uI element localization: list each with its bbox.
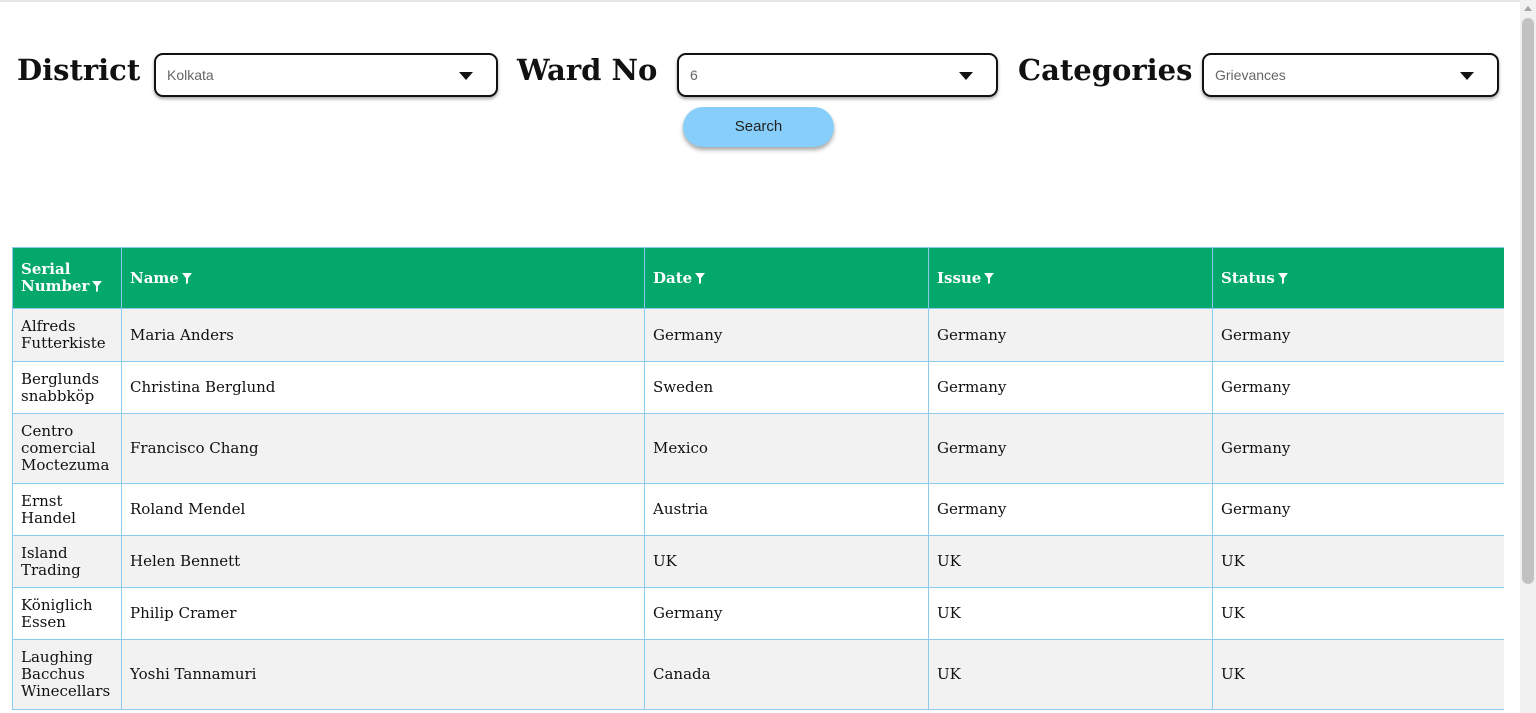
- issue-cell: UK: [928, 535, 1213, 588]
- serial-cell-line: comercial: [21, 439, 96, 457]
- status-cell: UK: [1212, 535, 1504, 588]
- serial-cell-line: Essen: [21, 612, 66, 631]
- serial-cell-line: Handel: [21, 508, 76, 527]
- funnel-icon[interactable]: [984, 271, 995, 284]
- funnel-icon[interactable]: [695, 271, 706, 284]
- grievance-table-container: Serial Number Name Date Issue Status Alf…: [12, 247, 1504, 713]
- serial-cell-line: Trading: [21, 560, 81, 579]
- name-cell: Francisco Chang: [121, 413, 645, 484]
- serial-cell: Island Trading: [12, 535, 122, 588]
- date-cell: Sweden: [644, 361, 929, 414]
- status-cell: Germany: [1212, 308, 1504, 362]
- date-header-label: Date: [653, 268, 693, 287]
- categories-select[interactable]: Grievances: [1202, 53, 1499, 97]
- table-row[interactable]: Berglunds snabbköp Christina Berglund Swede…: [12, 361, 1504, 414]
- status-cell: Germany: [1212, 413, 1504, 484]
- issue-cell: Germany: [928, 483, 1213, 536]
- table-row[interactable]: Ernst Handel Roland Mendel Austria Germany Ge…: [12, 483, 1504, 536]
- grievance-table: Serial Number Name Date Issue Status Alf…: [12, 247, 1504, 710]
- table-header-row: Serial Number Name Date Issue Status: [12, 247, 1504, 309]
- caret-down-icon: [459, 72, 473, 80]
- name-cell: Yoshi Tannamuri: [121, 639, 645, 710]
- status-header-label: Status: [1221, 268, 1275, 287]
- issue-cell: Germany: [928, 413, 1213, 484]
- name-cell: Roland Mendel: [121, 483, 645, 536]
- serial-cell: Königlich Essen: [12, 587, 122, 640]
- serial-cell: Berglunds snabbköp: [12, 361, 122, 414]
- serial-cell-line: Alfreds: [21, 317, 76, 335]
- serial-cell-line: Laughing: [21, 648, 93, 666]
- serial-header-line2: Number: [21, 277, 90, 295]
- search-button[interactable]: Search: [683, 107, 834, 147]
- table-row[interactable]: Königlich Essen Philip Cramer Germany UK UK: [12, 587, 1504, 640]
- name-cell: Christina Berglund: [121, 361, 645, 414]
- district-select-value: Kolkata: [167, 67, 214, 83]
- issue-header[interactable]: Issue: [928, 247, 1213, 309]
- serial-cell: Alfreds Futterkiste: [12, 308, 122, 362]
- categories-label: Categories: [1018, 53, 1193, 87]
- funnel-icon[interactable]: [92, 279, 103, 292]
- serial-cell-line: Futterkiste: [21, 334, 106, 352]
- ward-label: Ward No: [517, 53, 658, 87]
- date-cell: Austria: [644, 483, 929, 536]
- serial-cell-line: Bacchus: [21, 665, 85, 683]
- table-row[interactable]: Island Trading Helen Bennett UK UK UK: [12, 535, 1504, 588]
- status-cell: UK: [1212, 587, 1504, 640]
- scroll-up-arrow-icon[interactable]: [1524, 6, 1532, 11]
- date-cell: UK: [644, 535, 929, 588]
- name-header[interactable]: Name: [121, 247, 645, 309]
- table-row[interactable]: Laughing Bacchus Winecellars Yoshi Tannamur…: [12, 639, 1504, 710]
- serial-cell-line: Berglunds: [21, 369, 100, 388]
- date-cell: Canada: [644, 639, 929, 710]
- funnel-icon[interactable]: [1277, 271, 1288, 284]
- table-row[interactable]: Alfreds Futterkiste Maria Anders Germany Ger…: [12, 308, 1504, 362]
- serial-cell-line: Königlich: [21, 595, 93, 614]
- categories-select-value: Grievances: [1215, 67, 1286, 83]
- serial-cell-line: Moctezuma: [21, 456, 110, 474]
- issue-cell: Germany: [928, 308, 1213, 362]
- district-select[interactable]: Kolkata: [154, 53, 498, 97]
- serial-cell: Laughing Bacchus Winecellars: [12, 639, 122, 710]
- scrollbar-thumb[interactable]: [1522, 18, 1534, 584]
- name-cell: Helen Bennett: [121, 535, 645, 588]
- table-body: Alfreds Futterkiste Maria Anders Germany Ger…: [12, 308, 1504, 710]
- serial-cell-line: Island: [21, 543, 68, 562]
- district-label: District: [17, 53, 141, 87]
- status-cell: Germany: [1212, 483, 1504, 536]
- name-header-label: Name: [130, 268, 179, 287]
- table-row[interactable]: Centro comercial Moctezuma Francisco Chang M…: [12, 413, 1504, 484]
- issue-cell: UK: [928, 639, 1213, 710]
- status-cell: Germany: [1212, 361, 1504, 414]
- filter-bar: District Kolkata Ward No 6 Categories Gr…: [0, 0, 1520, 160]
- serial-cell: Centro comercial Moctezuma: [12, 413, 122, 484]
- ward-select-value: 6: [690, 67, 698, 83]
- date-cell: Germany: [644, 587, 929, 640]
- caret-down-icon: [1460, 72, 1474, 80]
- date-header[interactable]: Date: [644, 247, 929, 309]
- funnel-icon[interactable]: [181, 271, 192, 284]
- date-cell: Germany: [644, 308, 929, 362]
- issue-cell: Germany: [928, 361, 1213, 414]
- date-cell: Mexico: [644, 413, 929, 484]
- caret-down-icon: [959, 72, 973, 80]
- serial-cell-line: Ernst: [21, 491, 63, 510]
- issue-cell: UK: [928, 587, 1213, 640]
- ward-select[interactable]: 6: [677, 53, 998, 97]
- name-cell: Philip Cramer: [121, 587, 645, 640]
- status-cell: UK: [1212, 639, 1504, 710]
- serial-cell: Ernst Handel: [12, 483, 122, 536]
- serial-number-header[interactable]: Serial Number: [12, 247, 122, 309]
- issue-header-label: Issue: [937, 268, 982, 287]
- serial-cell-line: snabbköp: [21, 386, 95, 405]
- name-cell: Maria Anders: [121, 308, 645, 362]
- status-header[interactable]: Status: [1212, 247, 1504, 309]
- serial-cell-line: Winecellars: [21, 682, 111, 700]
- vertical-scrollbar[interactable]: [1520, 0, 1536, 713]
- serial-cell-line: Centro: [21, 422, 74, 440]
- serial-header-line1: Serial: [21, 260, 71, 278]
